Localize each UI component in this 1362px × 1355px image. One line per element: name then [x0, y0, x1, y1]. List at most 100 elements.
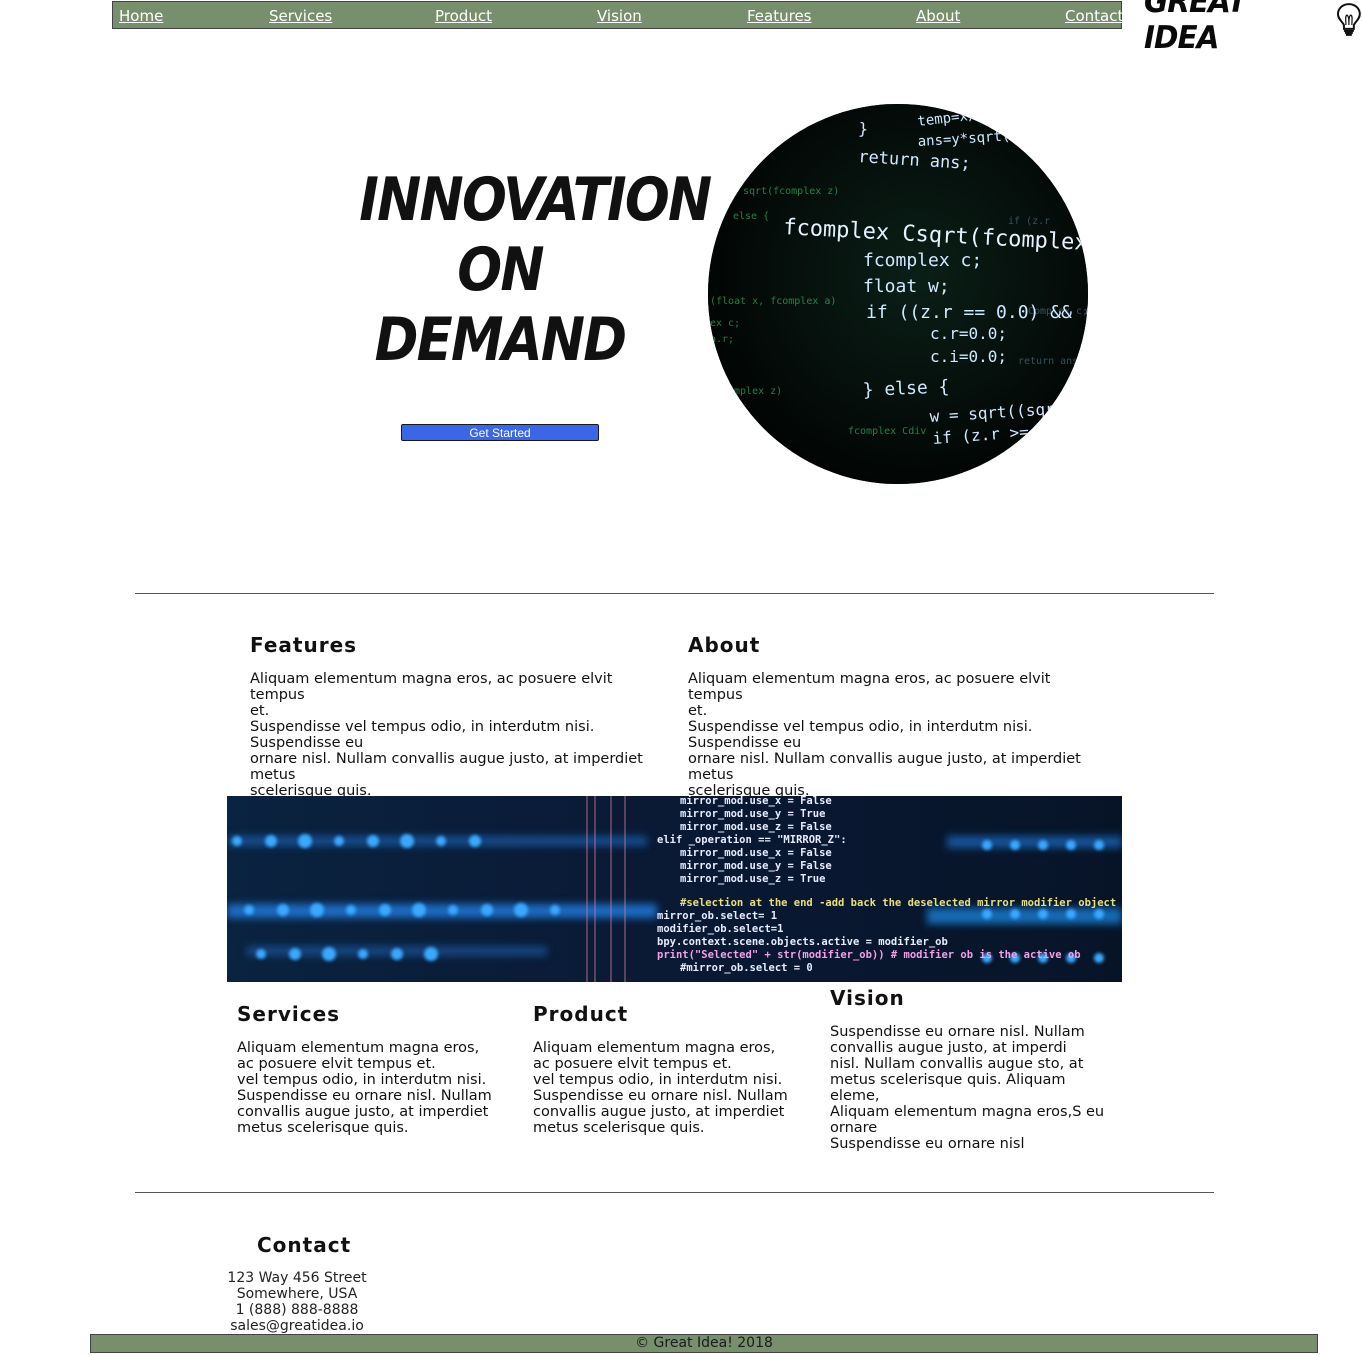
nav-contact[interactable]: Contact [1065, 7, 1123, 25]
product-line: metus scelerisque quis. [533, 1120, 705, 1136]
logo-text: GREAT IDEA [1144, 0, 1247, 56]
bokeh-dot [448, 905, 458, 915]
vision-line: Suspendisse eu ornare nisl. Nullam [830, 1024, 1085, 1040]
nav-about[interactable]: About [916, 7, 960, 25]
product-line: Aliquam elementum magna eros, [533, 1040, 776, 1056]
contact-city-line: Somewhere, USA [236, 1286, 358, 1302]
bokeh-dot [1038, 909, 1048, 919]
lightbulb-icon [1337, 3, 1362, 36]
hero-title-line: DEMAND [374, 305, 628, 375]
services-line: Suspendisse eu ornare nisl. Nullam [237, 1088, 492, 1104]
product-line: ac posuere elvit tempus et. [533, 1056, 732, 1072]
about-heading: About [688, 633, 761, 657]
product-text: Aliquam elementum magna eros, ac posuere… [533, 1040, 813, 1136]
bokeh-dot [1066, 840, 1076, 850]
bokeh-dot [436, 836, 446, 846]
vision-line: nisl. Nullam convallis augue sto, at [830, 1056, 1084, 1072]
code-line: elif _operation == "MIRROR_Z": [657, 834, 847, 846]
services-line: Aliquam elementum magna eros, [237, 1040, 480, 1056]
hero-code-graphic: sqrt(fcomplex z) else {(float x, fcomplex… [708, 104, 1088, 484]
features-line: ornare nisl. Nullam convallis augue just… [250, 751, 643, 767]
bokeh-dot [481, 904, 493, 916]
contact-phone[interactable]: 1 (888) 888-8888 [217, 1302, 377, 1318]
code-line: fcomplex Cdiv [848, 426, 926, 437]
bokeh-dot [310, 903, 324, 917]
nav-vision[interactable]: Vision [597, 7, 642, 25]
bokeh-dot [550, 905, 560, 915]
bokeh-dot [232, 836, 242, 846]
code-line: mirror_mod.use_x = False [680, 847, 832, 859]
code-line: fcomplex c; [863, 250, 982, 271]
hero-title: INNOVATION ON DEMAND [359, 165, 712, 375]
code-line: if ((z.r == 0.0) && (z.i == 0.0)) { [866, 302, 1088, 323]
vision-line: eleme, [830, 1088, 880, 1104]
bokeh-dot [265, 835, 277, 847]
features-line: Suspendisse vel tempus odio, in interdut… [250, 719, 595, 735]
footer: © Great Idea! 2018 [90, 1334, 1318, 1353]
code-banner-image: mirror_mod.use_x = False mirror_mod.use_y… [227, 796, 1122, 982]
bokeh-dot [298, 834, 312, 848]
nav-product[interactable]: Product [435, 7, 492, 25]
vision-line: metus scelerisque quis. Aliquam [830, 1072, 1066, 1088]
vision-line: convallis augue justo, at imperdi [830, 1040, 1067, 1056]
bokeh-dot [400, 834, 414, 848]
about-line: et. [688, 703, 708, 719]
bokeh-dot [346, 905, 356, 915]
code-line: bpy.context.scene.objects.active = modif… [657, 936, 948, 948]
banner-code-graphic: mirror_mod.use_x = False mirror_mod.use_y… [227, 796, 1122, 982]
code-line: mirror_mod.use_y = True [680, 808, 825, 820]
footer-copyright: © Great Idea! 2018 [635, 1335, 773, 1351]
nav-services[interactable]: Services [269, 7, 332, 25]
bokeh-dot [1094, 953, 1104, 963]
nav-home[interactable]: Home [119, 7, 163, 25]
about-line: ornare nisl. Nullam convallis augue just… [688, 751, 1081, 767]
code-line: a.r; [710, 334, 734, 345]
bokeh-dot [367, 835, 379, 847]
bokeh-dot [412, 903, 426, 917]
code-line: print("Selected" + str(modifier_ob)) # m… [657, 949, 1081, 961]
services-heading: Services [237, 1002, 341, 1026]
code-line: c.i=0.0; [930, 347, 1007, 366]
bokeh-dot [358, 949, 368, 959]
bokeh-dot [1038, 840, 1048, 850]
code-line: c.r=0.0; [930, 324, 1007, 343]
product-heading: Product [533, 1002, 629, 1026]
bokeh-dot [379, 904, 391, 916]
bokeh-dot [277, 904, 289, 916]
bokeh-dot [982, 909, 992, 919]
bokeh-dot [289, 948, 301, 960]
code-line: else { [733, 211, 769, 222]
features-line: metus [250, 767, 296, 783]
bokeh-dot [982, 840, 992, 850]
code-line: mirror_ob.select= 1 [657, 910, 777, 922]
code-line: #mirror_ob.select = 0 [680, 962, 813, 974]
bokeh-dot [469, 835, 481, 847]
code-line: if (z.r [1008, 216, 1050, 227]
bokeh-dot [391, 948, 403, 960]
bokeh-dot [424, 947, 438, 961]
features-heading: Features [250, 633, 358, 657]
hero-title-line: ON [457, 235, 544, 305]
bokeh-dot [256, 949, 266, 959]
features-text: Aliquam elementum magna eros, ac posuere… [250, 671, 670, 799]
logo[interactable]: GREAT IDEA [1144, 0, 1362, 56]
divider [135, 1192, 1214, 1193]
nav-features[interactable]: Features [747, 7, 812, 25]
vision-line: Suspendisse eu ornare nisl [830, 1136, 1025, 1152]
contact-email[interactable]: sales@greatidea.io [217, 1318, 377, 1334]
services-line: ac posuere elvit tempus et. [237, 1056, 436, 1072]
code-line: #selection at the end -add back the dese… [680, 897, 1116, 909]
bokeh-dot [322, 947, 336, 961]
product-line: Suspendisse eu ornare nisl. Nullam [533, 1088, 788, 1104]
bokeh-dot [334, 836, 344, 846]
about-line: Suspendisse vel tempus odio, in interdut… [688, 719, 1033, 735]
get-started-button[interactable]: Get Started [401, 424, 599, 441]
code-line: } [858, 119, 869, 139]
contact-heading: Contact [257, 1233, 352, 1257]
about-line: Aliquam elementum magna eros, ac posuere… [688, 671, 1051, 703]
bokeh-dot [514, 903, 528, 917]
vision-line: ornare [830, 1120, 878, 1136]
hero-code-image: sqrt(fcomplex z) else {(float x, fcomplex… [708, 104, 1088, 484]
services-line: metus scelerisque quis. [237, 1120, 409, 1136]
hero-title-line: INNOVATION [359, 165, 712, 235]
